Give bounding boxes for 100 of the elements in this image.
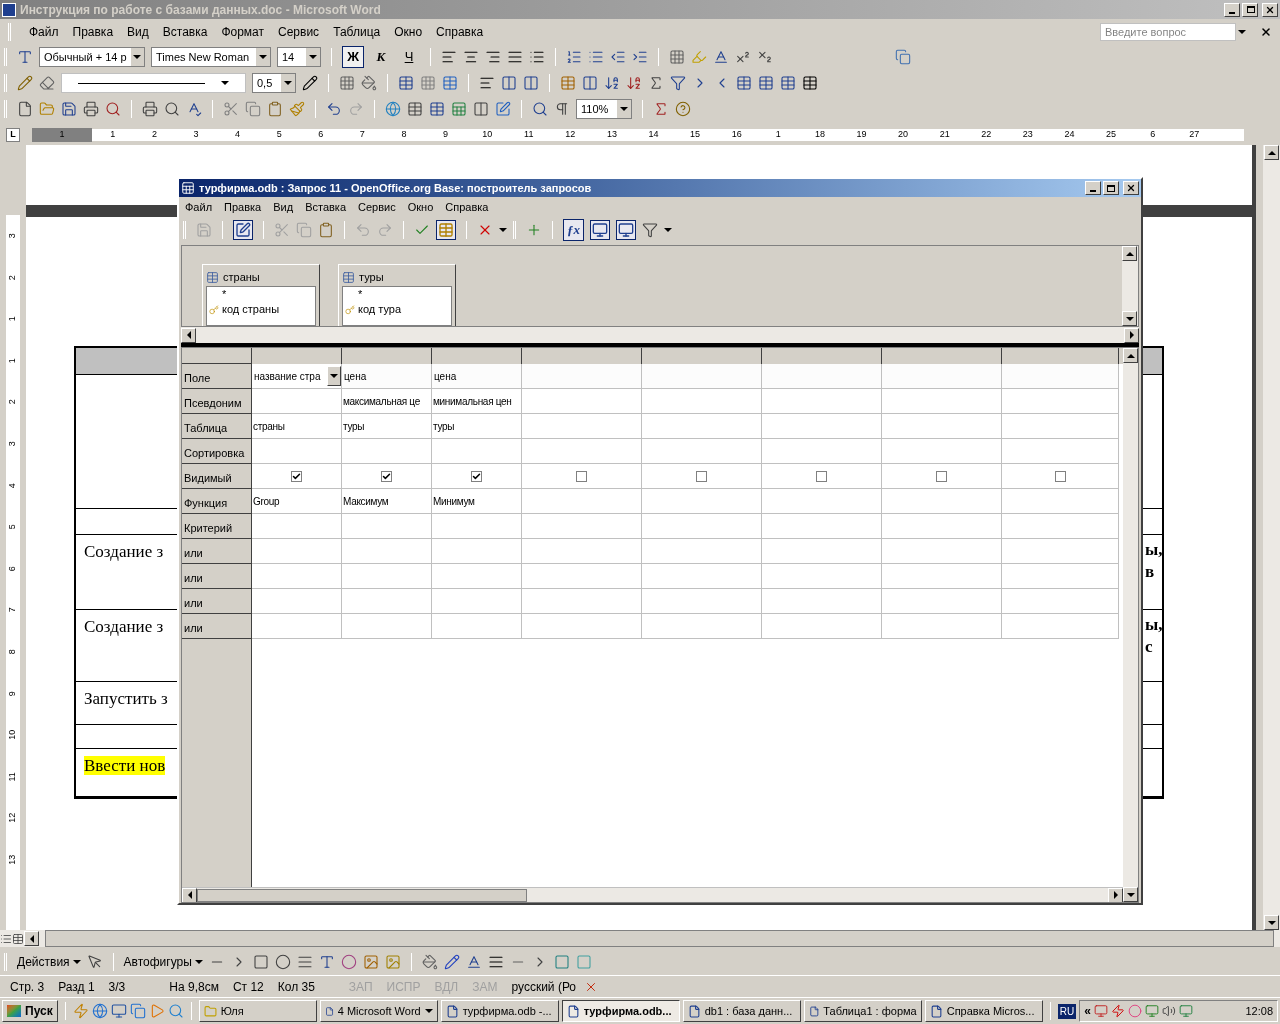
help-icon[interactable] [675,101,691,117]
menu-item[interactable]: Справка [436,22,484,41]
scroll-arrow-button[interactable] [1108,887,1123,902]
eraser-icon[interactable] [39,75,55,91]
scroll-arrow-button[interactable] [24,931,39,946]
line-style-icon[interactable] [487,954,504,970]
scroll-arrow-button[interactable] [1122,311,1137,326]
language-indicator[interactable]: RU [1057,1003,1077,1019]
close-button[interactable] [1123,181,1139,195]
checkbox[interactable] [576,470,587,482]
restore-button[interactable] [1242,2,1258,17]
menu-item[interactable]: Вид [127,22,149,41]
format-toggle-button[interactable]: Ж [342,46,364,68]
grid-cell[interactable] [642,539,762,564]
grid-cell[interactable] [252,439,342,464]
open-icon[interactable] [39,101,55,117]
grid-cell[interactable] [882,489,1002,514]
border-icon[interactable] [339,75,355,91]
font-color-icon[interactable] [465,954,482,970]
oval-icon[interactable] [274,954,291,970]
grid-cell[interactable]: туры [342,414,432,439]
pilcrow-icon[interactable] [554,101,570,117]
table-window[interactable]: туры * код тура [338,264,456,326]
menu-item[interactable]: Правка [224,198,262,216]
align-center-icon[interactable] [463,49,479,65]
close-button[interactable] [1262,2,1278,17]
taskbar-button[interactable]: турфирма.odb -... [440,1000,559,1022]
autoshapes-menu-button[interactable]: Автофигуры [123,953,203,971]
fill-icon[interactable] [361,75,377,91]
grid-cell[interactable] [642,489,762,514]
grid-cell[interactable]: название стра [252,364,342,389]
horizontal-scrollbar[interactable] [45,930,1274,947]
align-icon[interactable] [479,75,495,91]
grid-cell[interactable] [1002,414,1119,439]
actions-menu-button[interactable]: Действия [17,953,81,971]
grid-cell[interactable] [762,589,882,614]
grid-cell[interactable] [1002,564,1119,589]
menu-item[interactable]: Окно [394,22,423,41]
grid-cell[interactable] [882,589,1002,614]
taskbar-button[interactable]: 4 Microsoft Word [319,1000,438,1022]
table-window[interactable]: страны * код страны [202,264,320,326]
grid-cell[interactable] [522,564,642,589]
edit-mode-button[interactable] [233,220,253,240]
line-color-icon[interactable] [443,954,460,970]
bullet-list-icon[interactable] [588,49,604,65]
checkbox[interactable] [936,470,947,482]
grid-cell[interactable] [882,414,1002,439]
grid-cell[interactable] [522,514,642,539]
menu-item[interactable]: Вставка [305,198,346,216]
grid-cell[interactable] [522,614,642,639]
grid-cell[interactable] [882,364,1002,389]
grid-cell[interactable]: Group [252,489,342,514]
spreadsheet-icon[interactable] [451,101,467,117]
font-combo[interactable]: Times New Roman [151,47,271,67]
grid-cell[interactable]: Минимум [432,489,522,514]
print-icon[interactable] [142,101,158,117]
vertical-scrollbar[interactable] [1123,348,1138,902]
grid-cell[interactable] [342,439,432,464]
vertical-scrollbar[interactable] [1122,246,1138,326]
grid-cell[interactable] [432,564,522,589]
table-name-button[interactable] [590,220,610,240]
caret-icon[interactable] [664,228,672,232]
size-combo[interactable]: 14 [277,47,321,67]
zoom-combo[interactable]: 110% [576,99,632,119]
copy-icon[interactable] [245,101,261,117]
start-button[interactable]: Пуск [2,1000,58,1022]
field-item[interactable]: * [358,287,363,302]
grid-cell[interactable] [432,589,522,614]
grid-cell[interactable] [762,614,882,639]
copy-icon[interactable] [296,222,312,238]
tab-stop-button[interactable]: L [6,128,20,142]
grid-cell[interactable] [882,539,1002,564]
layout-icon[interactable] [12,932,24,945]
wordart-icon[interactable] [318,954,335,970]
grid-cell[interactable]: туры [432,414,522,439]
menu-item[interactable]: Сервис [358,198,396,216]
grid-cell[interactable] [522,364,642,389]
function-button[interactable]: ƒx [563,219,584,241]
insert-table-icon[interactable] [429,101,445,117]
taskbar-button[interactable]: Юля [198,1000,317,1022]
grid-cell[interactable]: максимальная це [342,389,432,414]
grid-cell[interactable] [1002,514,1119,539]
numbered-list-icon[interactable] [566,49,582,65]
grid-cell[interactable] [342,614,432,639]
grid-cell[interactable]: минимальная цен [432,389,522,414]
columns-icon[interactable] [473,101,489,117]
grid-cell[interactable] [762,439,882,464]
line-width-combo[interactable]: 0,5 [252,73,296,93]
grid-cell[interactable] [1002,489,1119,514]
grid-cell[interactable] [252,614,342,639]
grid-cell[interactable] [522,539,642,564]
add-table-icon[interactable] [526,222,542,238]
checkbox[interactable] [381,470,392,482]
grid-cell[interactable] [252,389,342,414]
grid-cell[interactable]: цена [342,364,432,389]
view-icon[interactable] [0,932,12,945]
merge-cells-icon[interactable] [420,75,436,91]
print-preview-icon[interactable] [164,101,180,117]
style-combo[interactable]: Обычный + 14 р [39,47,145,67]
grid-cell[interactable] [882,514,1002,539]
